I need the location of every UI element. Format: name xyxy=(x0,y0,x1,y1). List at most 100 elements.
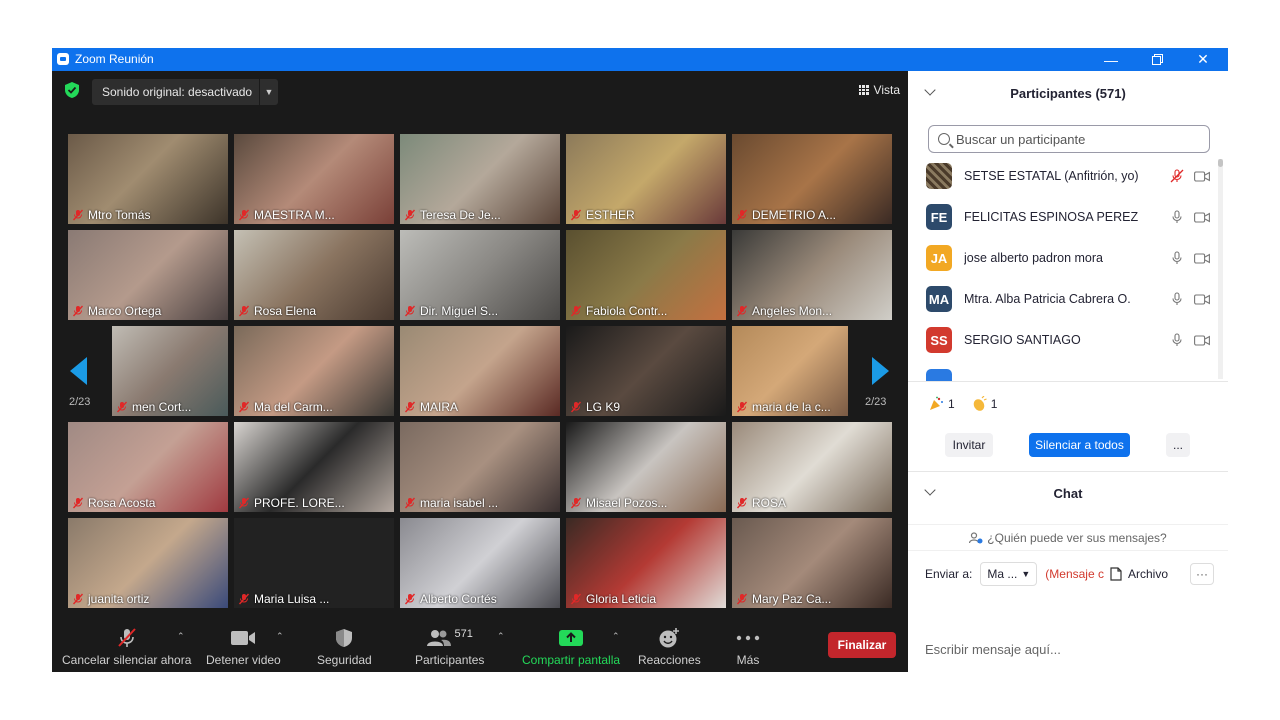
microphone-icon[interactable] xyxy=(1170,333,1184,347)
video-tile[interactable]: Alberto Cortés xyxy=(400,518,560,608)
participant-list-scrollbar[interactable] xyxy=(1218,159,1223,379)
video-camera-icon xyxy=(230,627,256,649)
invite-button[interactable]: Invitar xyxy=(945,433,993,457)
participant-row-partial[interactable] xyxy=(926,369,952,381)
video-tile[interactable]: Angeles Mon... xyxy=(732,230,892,320)
more-dots-icon xyxy=(736,627,760,649)
muted-mic-icon xyxy=(404,305,416,317)
page-indicator-left: 2/23 xyxy=(69,396,91,408)
video-tile[interactable]: maria de la c... xyxy=(732,326,848,416)
avatar: SS xyxy=(926,327,952,353)
video-tile[interactable]: ESTHER xyxy=(566,134,726,224)
video-tile[interactable]: DEMETRIO A... xyxy=(732,134,892,224)
video-tile[interactable]: Misael Pozos... xyxy=(566,422,726,512)
video-tile[interactable]: Gloria Leticia xyxy=(566,518,726,608)
participant-name: Marco Ortega xyxy=(88,304,162,318)
next-page-arrow-icon[interactable] xyxy=(872,357,889,385)
participant-row[interactable]: MA Mtra. Alba Patricia Cabrera O. xyxy=(926,286,1210,312)
participants-label: Participantes xyxy=(415,653,485,667)
video-tile[interactable]: juanita ortiz xyxy=(68,518,228,608)
chat-more-icon[interactable]: ··· xyxy=(1190,563,1214,585)
video-tile[interactable]: Rosa Elena xyxy=(234,230,394,320)
participant-row[interactable]: SS SERGIO SANTIAGO xyxy=(926,327,1210,353)
video-tile[interactable]: Mary Paz Ca... xyxy=(732,518,892,608)
send-to-select[interactable]: Ma ... ▼ xyxy=(980,562,1038,586)
previous-page-arrow-icon[interactable] xyxy=(70,357,87,385)
scrollbar-thumb[interactable] xyxy=(1218,159,1223,167)
video-camera-off-icon[interactable] xyxy=(1194,334,1210,346)
minimize-icon[interactable]: — xyxy=(1088,48,1134,71)
video-tile[interactable]: PROFE. LORE... xyxy=(234,422,394,512)
video-tile[interactable]: maria isabel ... xyxy=(400,422,560,512)
restore-icon[interactable] xyxy=(1134,48,1180,71)
search-icon xyxy=(938,133,950,145)
video-tile[interactable]: Ma del Carm... xyxy=(234,326,394,416)
video-gallery: Sonido original: desactivado ▼ Vista Mtr… xyxy=(52,71,908,672)
send-to-row: Enviar a: Ma ... ▼ (Mensaje c Archivo ··… xyxy=(925,562,1215,586)
more-options-button[interactable]: ... xyxy=(1166,433,1190,457)
video-tile[interactable]: Rosa Acosta xyxy=(68,422,228,512)
party-reaction: 1 xyxy=(928,396,955,412)
muted-mic-icon xyxy=(570,593,582,605)
share-screen-button[interactable]: Compartir pantalla xyxy=(522,627,620,667)
more-button[interactable]: Más xyxy=(736,627,760,667)
audio-options-chevron-icon[interactable]: ⌃ xyxy=(177,631,185,642)
participant-list-name: FELICITAS ESPINOSA PEREZ xyxy=(964,210,1139,224)
video-tile[interactable]: Mtro Tomás xyxy=(68,134,228,224)
microphone-icon[interactable] xyxy=(1170,292,1184,306)
chat-message-input[interactable]: Escribir mensaje aquí... xyxy=(925,642,1061,657)
video-tile[interactable]: MAESTRA M... xyxy=(234,134,394,224)
end-meeting-button[interactable]: Finalizar xyxy=(828,632,896,658)
microphone-muted-icon[interactable] xyxy=(1170,169,1184,183)
participant-name: Teresa De Je... xyxy=(420,208,501,222)
video-options-chevron-icon[interactable]: ⌃ xyxy=(276,631,284,642)
participant-name: ROSA xyxy=(752,496,787,510)
more-label: Más xyxy=(736,653,760,667)
video-camera-off-icon[interactable] xyxy=(1194,293,1210,305)
collapse-chat-chevron-icon[interactable] xyxy=(924,484,936,496)
participants-title: Participantes (571) xyxy=(1010,85,1126,101)
participant-search-input[interactable]: Buscar un participante xyxy=(928,125,1210,153)
participants-button[interactable]: 571 Participantes xyxy=(415,627,484,667)
video-tile[interactable]: Dir. Miguel S... xyxy=(400,230,560,320)
video-tile[interactable]: Fabiola Contr... xyxy=(566,230,726,320)
video-tile[interactable]: Marco Ortega xyxy=(68,230,228,320)
video-tile[interactable]: Teresa De Je... xyxy=(400,134,560,224)
video-tile[interactable]: Maria Luisa ... xyxy=(234,518,394,608)
chevron-down-icon[interactable]: ▼ xyxy=(259,79,278,105)
zoom-window: Zoom Reunión — ✕ Sonido original: desact… xyxy=(52,48,1228,672)
microphone-icon[interactable] xyxy=(1170,210,1184,224)
stop-video-button[interactable]: Detener video xyxy=(206,627,281,667)
video-camera-off-icon[interactable] xyxy=(1194,211,1210,223)
encryption-shield-icon[interactable] xyxy=(64,81,80,99)
close-icon[interactable]: ✕ xyxy=(1180,48,1226,71)
original-sound-button[interactable]: Sonido original: desactivado ▼ xyxy=(92,79,278,105)
participants-header: Participantes (571) xyxy=(908,71,1228,115)
share-options-chevron-icon[interactable]: ⌃ xyxy=(612,631,620,642)
meeting-toolbar: Cancelar silenciar ahora ⌃ Detener video… xyxy=(52,621,908,672)
collapse-participants-chevron-icon[interactable] xyxy=(924,84,936,96)
participant-row[interactable]: SETSE ESTATAL (Anfitrión, yo) xyxy=(926,163,1210,189)
panel-divider xyxy=(908,381,1228,382)
video-tile[interactable]: LG K9 xyxy=(566,326,726,416)
reactions-button[interactable]: Reacciones xyxy=(638,627,701,667)
participant-name: Misael Pozos... xyxy=(586,496,668,510)
participants-options-chevron-icon[interactable]: ⌃ xyxy=(497,631,505,642)
video-tile[interactable]: men Cort... xyxy=(112,326,228,416)
share-screen-icon xyxy=(558,627,584,649)
microphone-icon[interactable] xyxy=(1170,251,1184,265)
video-camera-off-icon[interactable] xyxy=(1194,252,1210,264)
participant-name-label: Rosa Acosta xyxy=(72,496,155,510)
participant-row[interactable]: JA jose alberto padron mora xyxy=(926,245,1210,271)
video-camera-off-icon[interactable] xyxy=(1194,170,1210,182)
view-button[interactable]: Vista xyxy=(858,79,900,101)
mute-all-button[interactable]: Silenciar a todos xyxy=(1029,433,1130,457)
muted-mic-icon xyxy=(72,209,84,221)
video-tile[interactable]: ROSA xyxy=(732,422,892,512)
mute-button[interactable]: Cancelar silenciar ahora xyxy=(62,627,191,667)
chat-visibility-link[interactable]: ¿Quién puede ver sus mensajes? xyxy=(908,526,1228,550)
file-button[interactable]: Archivo xyxy=(1110,567,1168,581)
security-button[interactable]: Seguridad xyxy=(317,627,372,667)
video-tile[interactable]: MAIRA xyxy=(400,326,560,416)
participant-row[interactable]: FE FELICITAS ESPINOSA PEREZ xyxy=(926,204,1210,230)
